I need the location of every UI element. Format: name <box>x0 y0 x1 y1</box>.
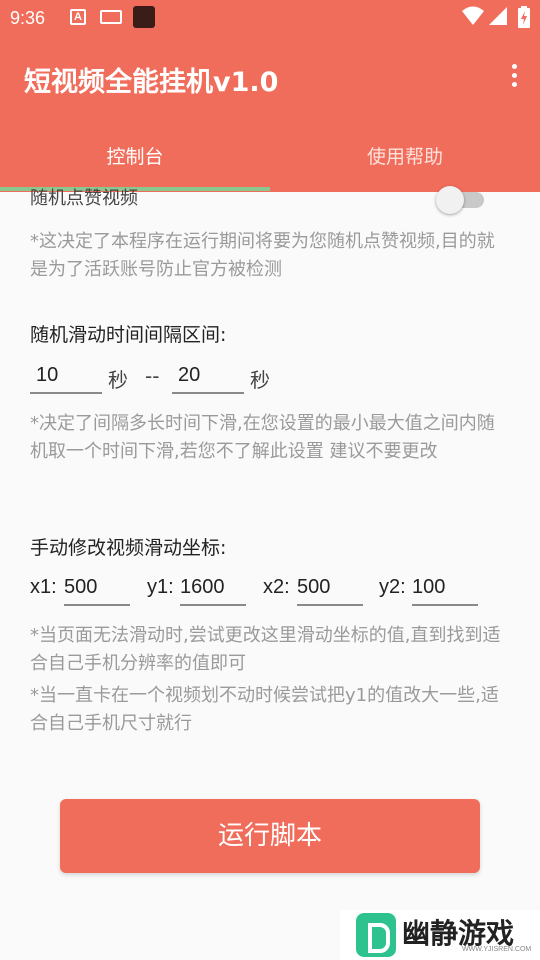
watermark: 幽静游戏 WWW.YJISREN.COM <box>340 910 540 960</box>
coords-note-1: *当页面无法滑动时,尝试更改这里滑动坐标的值,直到找到适合自己手机分辨率的值即可 <box>30 625 501 674</box>
app-notification-icon <box>133 6 155 28</box>
y1-input[interactable]: 1600 <box>180 570 246 606</box>
wifi-icon <box>462 6 484 25</box>
keyboard-icon <box>100 10 122 24</box>
interval-note: *决定了间隔多长时间下滑,在您设置的最小最大值之间内随机取一个时间下滑,若您不了… <box>30 413 495 462</box>
like-setting-label: 随机点赞视频 <box>30 188 138 209</box>
tab-bar: 控制台 使用帮助 <box>0 122 540 192</box>
status-time: 9:36 <box>10 8 46 28</box>
header: 9:36 A 短视频全能挂机v1.0 控制台 使用帮助 <box>0 0 540 192</box>
status-bar: 9:36 A <box>0 0 540 36</box>
watermark-url: WWW.YJISREN.COM <box>462 946 532 953</box>
app-title: 短视频全能挂机v1.0 <box>24 67 279 98</box>
y2-input[interactable]: 100 <box>412 570 478 606</box>
watermark-logo-icon <box>356 913 396 957</box>
x1-input[interactable]: 500 <box>64 570 130 606</box>
swipe-coords-label: 手动修改视频滑动坐标: <box>30 537 227 559</box>
signal-icon <box>489 7 507 25</box>
x2-input[interactable]: 500 <box>297 570 363 606</box>
app-bar: 短视频全能挂机v1.0 <box>0 36 540 122</box>
more-vertical-icon[interactable] <box>508 64 520 94</box>
console-panel: 随机点赞视频 *这决定了本程序在运行期间将要为您随机点赞视频,目的就是为了活跃账… <box>0 186 540 960</box>
like-toggle[interactable] <box>436 186 488 214</box>
y1-label: y1: <box>147 576 174 598</box>
y2-label: y2: <box>379 576 406 598</box>
scroll-interval-label: 随机滑动时间间隔区间: <box>30 324 227 346</box>
interval-min-input[interactable]: 10 <box>30 358 102 394</box>
run-script-button[interactable]: 运行脚本 <box>60 799 480 873</box>
font-app-icon: A <box>70 9 86 25</box>
tab-help[interactable]: 使用帮助 <box>270 122 540 192</box>
battery-icon <box>518 6 530 28</box>
x1-label: x1: <box>30 576 57 598</box>
interval-separator: -- <box>145 364 160 388</box>
toggle-thumb <box>436 186 464 214</box>
x2-label: x2: <box>263 576 290 598</box>
tab-console[interactable]: 控制台 <box>0 122 270 192</box>
interval-max-input[interactable]: 20 <box>172 358 244 394</box>
coords-note-2: *当一直卡在一个视频划不动时候尝试把y1的值改大一些,适合自己手机尺寸就行 <box>30 685 499 734</box>
like-note: *这决定了本程序在运行期间将要为您随机点赞视频,目的就是为了活跃账号防止官方被检… <box>30 231 495 280</box>
interval-min-unit: 秒 <box>108 368 128 392</box>
interval-max-unit: 秒 <box>250 368 270 392</box>
